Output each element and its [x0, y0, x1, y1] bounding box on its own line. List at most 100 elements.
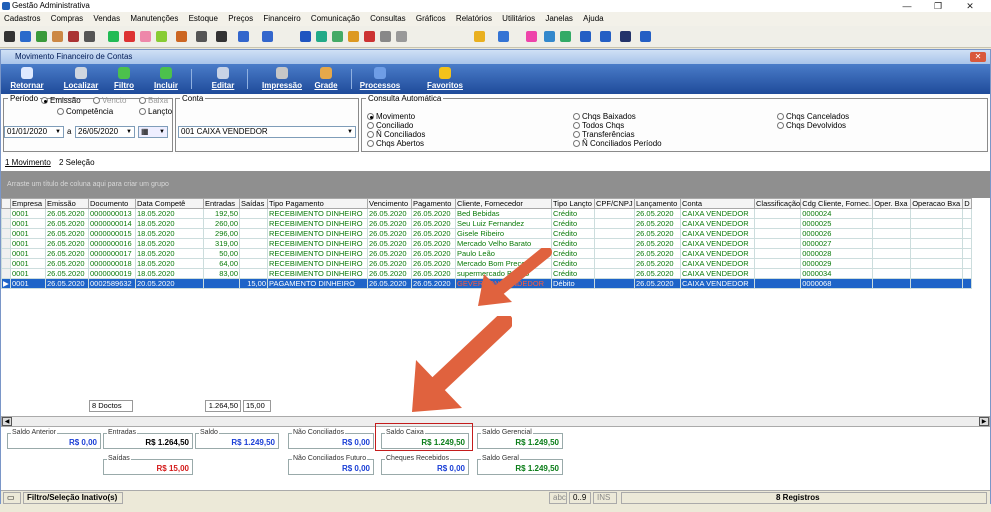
table-cell[interactable]: [910, 278, 964, 289]
chqs-devolvidos-radio[interactable]: Chqs Devolvidos: [777, 121, 846, 130]
table-cell[interactable]: 18.05.2020: [135, 208, 204, 219]
menu-estoque[interactable]: Estoque: [189, 12, 218, 26]
table-cell[interactable]: [962, 278, 973, 289]
table-cell[interactable]: 26.05.2020: [411, 218, 456, 229]
grid-icon[interactable]: [580, 31, 591, 42]
window-close-button[interactable]: ✕: [970, 52, 986, 62]
table-cell[interactable]: 26.05.2020: [367, 218, 412, 229]
table-cell[interactable]: [239, 238, 268, 249]
table-cell[interactable]: Paulo Leão: [455, 248, 552, 259]
transferencias-radio[interactable]: Transferências: [573, 130, 635, 139]
row-indicator[interactable]: ▶: [1, 278, 11, 289]
table-cell[interactable]: GEVERSON VENDEDOR: [455, 278, 552, 289]
table-cell[interactable]: 0000026: [800, 228, 874, 239]
table-cell[interactable]: 260,00: [203, 218, 240, 229]
table-cell[interactable]: 20.05.2020: [135, 278, 204, 289]
gear-icon[interactable]: [4, 31, 15, 42]
table-cell[interactable]: Crédito: [551, 228, 595, 239]
table-cell[interactable]: 18.05.2020: [135, 268, 204, 279]
column-header[interactable]: Data Competê: [135, 198, 204, 209]
refresh-icon[interactable]: [560, 31, 571, 42]
table-row[interactable]: 0001 26.05.2020 0000000017 18.05.2020 50,00 R…: [1, 248, 973, 259]
menu-consultas[interactable]: Consultas: [370, 12, 406, 26]
table-cell[interactable]: RECEBIMENTO DINHEIRO: [267, 248, 368, 259]
table-cell[interactable]: [962, 258, 973, 269]
table-cell[interactable]: 26.05.2020: [411, 238, 456, 249]
table-cell[interactable]: [753, 238, 802, 249]
list-icon[interactable]: [262, 31, 273, 42]
column-header[interactable]: Tipo Lançto: [551, 198, 595, 209]
table-cell[interactable]: Crédito: [551, 258, 595, 269]
menu-financeiro[interactable]: Financeiro: [263, 12, 300, 26]
star-icon[interactable]: [348, 31, 359, 42]
table-cell[interactable]: 0001: [10, 248, 46, 259]
filtro-button[interactable]: Filtro: [111, 67, 137, 92]
table-cell[interactable]: Crédito: [551, 238, 595, 249]
column-header[interactable]: Empresa: [10, 198, 46, 209]
table-cell[interactable]: 0000024: [800, 208, 874, 219]
column-header[interactable]: Operacao Bxa: [910, 198, 964, 209]
scroll-right-icon[interactable]: ▶: [979, 417, 989, 426]
table-cell[interactable]: 26.05.2020: [45, 268, 89, 279]
table-cell[interactable]: 0000028: [800, 248, 874, 259]
table-cell[interactable]: 26.05.2020: [411, 268, 456, 279]
table-cell[interactable]: [872, 268, 912, 279]
table-cell[interactable]: 26.05.2020: [367, 268, 412, 279]
table-cell[interactable]: RECEBIMENTO DINHEIRO: [267, 258, 368, 269]
chat-icon[interactable]: [526, 31, 537, 42]
menu-relatorios[interactable]: Relatórios: [456, 12, 492, 26]
table-cell[interactable]: [872, 258, 912, 269]
table-cell[interactable]: RECEBIMENTO DINHEIRO: [267, 228, 368, 239]
table-cell[interactable]: CAIXA VENDEDOR: [680, 278, 755, 289]
table-cell[interactable]: [753, 228, 802, 239]
menu-cadastros[interactable]: Cadastros: [4, 12, 40, 26]
users-icon[interactable]: [20, 31, 31, 42]
menu-precos[interactable]: Preços: [228, 12, 253, 26]
row-indicator[interactable]: [1, 248, 11, 259]
table-cell[interactable]: 26.05.2020: [634, 258, 681, 269]
menu-manutencoes[interactable]: Manutenções: [130, 12, 178, 26]
table-cell[interactable]: 319,00: [203, 238, 240, 249]
column-header[interactable]: [1, 198, 11, 209]
processos-button[interactable]: Processos: [357, 67, 403, 92]
truck-icon[interactable]: [156, 31, 167, 42]
table-cell[interactable]: [239, 248, 268, 259]
table-cell[interactable]: [872, 238, 912, 249]
favorite-icon[interactable]: [474, 31, 485, 42]
table-cell[interactable]: 0000025: [800, 218, 874, 229]
todos-chqs-radio[interactable]: Todos Chqs: [573, 121, 624, 130]
favoritos-button[interactable]: Favoritos: [421, 67, 469, 92]
column-header[interactable]: Vencimento: [367, 198, 412, 209]
tab-movimento[interactable]: 1 Movimento: [5, 158, 51, 167]
table-row[interactable]: ▶ 0001 26.05.2020 0002589632 20.05.2020 15,00…: [1, 278, 973, 289]
table-cell[interactable]: [910, 218, 964, 229]
table-cell[interactable]: PAGAMENTO DINHEIRO: [267, 278, 368, 289]
nao-conciliados-radio[interactable]: Ñ Conciliados: [367, 130, 425, 139]
chqs-baixados-radio[interactable]: Chqs Baixados: [573, 112, 636, 121]
table-cell[interactable]: 0000000013: [88, 208, 136, 219]
table-cell[interactable]: [962, 208, 973, 219]
incluir-button[interactable]: Incluir: [149, 67, 183, 92]
table-row[interactable]: 0001 26.05.2020 0000000015 18.05.2020 296,00…: [1, 228, 973, 239]
column-header[interactable]: Documento: [88, 198, 136, 209]
row-indicator[interactable]: [1, 258, 11, 269]
table-cell[interactable]: [594, 218, 635, 229]
impressao-button[interactable]: Impressão: [259, 67, 305, 92]
download-icon[interactable]: [498, 31, 509, 42]
table-cell[interactable]: Crédito: [551, 208, 595, 219]
menu-vendas[interactable]: Vendas: [93, 12, 120, 26]
table-cell[interactable]: [753, 278, 802, 289]
table-cell[interactable]: [594, 208, 635, 219]
table-cell[interactable]: 26.05.2020: [367, 248, 412, 259]
table-cell[interactable]: CAIXA VENDEDOR: [680, 208, 755, 219]
table-cell[interactable]: 26.05.2020: [411, 248, 456, 259]
menu-compras[interactable]: Compras: [51, 12, 83, 26]
editar-button[interactable]: Editar: [207, 67, 239, 92]
table-row[interactable]: 0001 26.05.2020 0000000013 18.05.2020 192,50…: [1, 208, 973, 219]
chqs-cancelados-radio[interactable]: Chqs Cancelados: [777, 112, 849, 121]
grade-button[interactable]: Grade: [309, 67, 343, 92]
column-header[interactable]: Saídas: [239, 198, 268, 209]
table-cell[interactable]: [594, 238, 635, 249]
competencia-radio[interactable]: Competência: [57, 107, 113, 116]
table-cell[interactable]: [753, 218, 802, 229]
